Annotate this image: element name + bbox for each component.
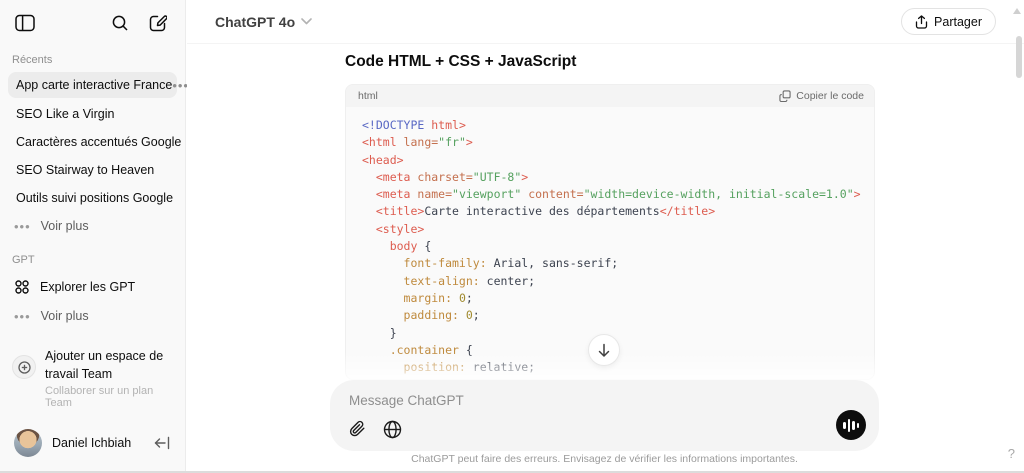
- sidebar-toggle-button[interactable]: [14, 12, 36, 34]
- code-line: text-align: center;: [403, 273, 536, 288]
- paperclip-icon: [349, 420, 366, 438]
- workspace-plus-icon: [12, 355, 36, 379]
- waveform-icon: [856, 422, 859, 428]
- sidebar-toggle-icon: [15, 14, 35, 32]
- share-button[interactable]: Partager: [901, 8, 996, 35]
- chat-item-label: SEO Stairway to Heaven: [16, 163, 155, 177]
- share-icon: [915, 14, 928, 29]
- add-team-workspace-item[interactable]: Ajouter un espace de travail Team Collab…: [0, 339, 185, 419]
- see-more-label: Voir plus: [40, 309, 89, 323]
- message-title: Code HTML + CSS + JavaScript: [345, 53, 577, 70]
- waveform-icon: [852, 420, 855, 430]
- grid-icon: [14, 279, 30, 295]
- explore-gpts-item[interactable]: Explorer les GPT: [0, 272, 185, 302]
- see-more-gpts[interactable]: ••• Voir plus: [0, 302, 185, 330]
- ellipsis-icon: •••: [14, 218, 31, 234]
- waveform-icon: [843, 421, 846, 429]
- collapse-sidebar-icon[interactable]: [154, 435, 171, 451]
- arrow-down-icon: [597, 343, 611, 358]
- main-area: ChatGPT 4o Partager Code HTML + CSS + Ja…: [187, 0, 1024, 473]
- chat-item-selected[interactable]: App carte interactive France •••: [8, 72, 188, 98]
- composer-tools: [346, 418, 403, 440]
- chat-item-label: App carte interactive France: [16, 78, 173, 92]
- code-line: font-family: Arial, sans-serif;: [403, 256, 619, 271]
- copy-icon: [779, 90, 791, 102]
- chatgpt-app: Récents App carte interactive France •••…: [0, 0, 1024, 473]
- disclaimer-text: ChatGPT peut faire des erreurs. Envisage…: [411, 453, 798, 465]
- code-line: margin: 0;: [403, 290, 473, 305]
- workspace-subtitle: Collaborer sur un plan Team: [45, 385, 154, 409]
- sidebar-toolbar-right: [109, 12, 169, 34]
- code-line: <html lang="fr">: [362, 135, 473, 150]
- gpt-section-label: GPT: [12, 254, 35, 266]
- sidebar: Récents App carte interactive France •••…: [0, 0, 188, 473]
- chat-item-label: SEO Like a Virgin: [16, 107, 115, 121]
- avatar: [14, 429, 42, 457]
- profile-name: Daniel Ichbiah: [52, 436, 132, 450]
- composer[interactable]: Message ChatGPT: [330, 380, 879, 451]
- waveform-icon: [847, 418, 850, 432]
- code-language-label: html: [358, 90, 378, 102]
- code-line: <meta name="viewport" content="width=dev…: [375, 187, 861, 202]
- chat-item[interactable]: Caractères accentués Google: [0, 128, 185, 156]
- compose-icon: [149, 14, 167, 32]
- code-line: <!DOCTYPE html>: [362, 118, 466, 132]
- model-label: ChatGPT 4o: [215, 13, 296, 30]
- model-selector[interactable]: ChatGPT 4o: [215, 14, 312, 30]
- code-line: <title>Carte interactive des département…: [375, 204, 716, 219]
- share-label: Partager: [934, 14, 982, 29]
- topbar: ChatGPT 4o Partager: [187, 0, 1024, 44]
- ellipsis-icon: •••: [14, 308, 31, 324]
- sidebar-toolbar: [0, 0, 185, 40]
- new-chat-button[interactable]: [147, 12, 169, 34]
- search-icon: [111, 14, 129, 32]
- code-block-header: html Copier le code: [346, 85, 874, 107]
- see-more-label: Voir plus: [40, 219, 89, 233]
- search-button[interactable]: [109, 12, 131, 34]
- chat-item-label: Caractères accentués Google: [16, 135, 182, 149]
- see-more-recents[interactable]: ••• Voir plus: [0, 212, 185, 240]
- workspace-title: Ajouter un espace de travail Team: [45, 349, 164, 381]
- message-input[interactable]: Message ChatGPT: [349, 393, 464, 408]
- globe-icon: [383, 420, 402, 439]
- code-line: <style>: [375, 221, 425, 236]
- voice-mode-button[interactable]: [836, 410, 866, 440]
- explore-gpts-label: Explorer les GPT: [40, 280, 136, 294]
- help-button[interactable]: ?: [1008, 446, 1015, 461]
- code-line: <meta charset="UTF-8">: [375, 169, 529, 184]
- chat-item[interactable]: SEO Stairway to Heaven: [0, 156, 185, 184]
- chat-item[interactable]: SEO Like a Virgin: [0, 100, 185, 128]
- copy-code-button[interactable]: Copier le code: [779, 90, 864, 102]
- chat-item-label: Outils suivi positions Google: [16, 191, 174, 205]
- web-search-button[interactable]: [381, 418, 403, 440]
- scrollbar-thumb[interactable]: [1016, 36, 1022, 78]
- copy-code-label: Copier le code: [796, 90, 864, 102]
- scroll-to-bottom-button[interactable]: [588, 334, 620, 366]
- workspace-text: Ajouter un espace de travail Team Collab…: [45, 347, 173, 409]
- profile-item[interactable]: Daniel Ichbiah: [0, 419, 185, 473]
- code-line: padding: 0;: [403, 308, 480, 323]
- chevron-down-icon: [301, 18, 312, 25]
- code-line: <head>: [362, 152, 404, 167]
- code-line: body {: [389, 239, 432, 254]
- scrollbar-up-arrow[interactable]: [1013, 8, 1021, 14]
- chat-item[interactable]: Outils suivi positions Google: [0, 184, 185, 212]
- recents-section-label: Récents: [12, 54, 53, 66]
- attach-file-button[interactable]: [346, 418, 368, 440]
